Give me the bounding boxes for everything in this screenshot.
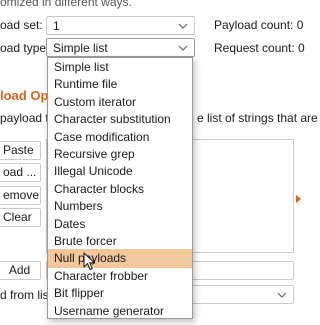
add-from-list-label: d from list bbox=[0, 288, 53, 302]
option-null-payloads[interactable]: Null payloads bbox=[48, 249, 192, 269]
option-username-generator[interactable]: Username generator bbox=[48, 302, 192, 321]
option-dates[interactable]: Dates bbox=[48, 215, 192, 234]
payload-set-select[interactable]: 1 bbox=[46, 16, 195, 35]
remove-button[interactable]: emove bbox=[0, 186, 41, 205]
mouse-cursor-icon bbox=[83, 252, 96, 271]
option-illegal-unicode[interactable]: Illegal Unicode bbox=[48, 162, 192, 181]
option-bit-flipper[interactable]: Bit flipper bbox=[48, 284, 192, 303]
payload-type-label: oad type: bbox=[0, 41, 50, 55]
option-brute-forcer[interactable]: Brute forcer bbox=[48, 232, 192, 251]
option-character-frobber[interactable]: Character frobber bbox=[48, 267, 192, 286]
section-desc-right: e list of strings that are bbox=[197, 111, 318, 125]
option-simple-list[interactable]: Simple list bbox=[48, 58, 192, 77]
option-numbers[interactable]: Numbers bbox=[48, 197, 192, 216]
chevron-down-icon bbox=[277, 292, 287, 298]
paste-button[interactable]: Paste bbox=[0, 141, 41, 160]
payload-type-dropdown[interactable]: Simple list Runtime file Custom iterator… bbox=[47, 57, 193, 319]
request-count: Request count: 0 bbox=[214, 41, 305, 55]
payload-set-value: 1 bbox=[53, 19, 60, 33]
payload-type-value: Simple list bbox=[53, 41, 108, 55]
chevron-down-icon bbox=[178, 23, 188, 29]
header-text: omized in different ways. bbox=[0, 0, 132, 9]
payload-set-label: oad set: bbox=[0, 18, 43, 32]
option-case-modification[interactable]: Case modification bbox=[48, 128, 192, 147]
section-title: load Op bbox=[0, 88, 49, 103]
option-recursive-grep[interactable]: Recursive grep bbox=[48, 145, 192, 164]
payload-type-select[interactable]: Simple list bbox=[46, 38, 195, 57]
option-character-blocks[interactable]: Character blocks bbox=[48, 180, 192, 199]
payload-count: Payload count: 0 bbox=[214, 18, 304, 32]
option-character-substitution[interactable]: Character substitution bbox=[48, 110, 192, 129]
option-custom-iterator[interactable]: Custom iterator bbox=[48, 93, 192, 112]
chevron-down-icon bbox=[178, 45, 188, 51]
load-button[interactable]: oad ... bbox=[0, 163, 41, 182]
scroll-arrow-icon bbox=[296, 195, 301, 203]
add-button[interactable]: Add bbox=[0, 261, 41, 280]
option-runtime-file[interactable]: Runtime file bbox=[48, 75, 192, 94]
clear-button[interactable]: Clear bbox=[0, 208, 41, 227]
